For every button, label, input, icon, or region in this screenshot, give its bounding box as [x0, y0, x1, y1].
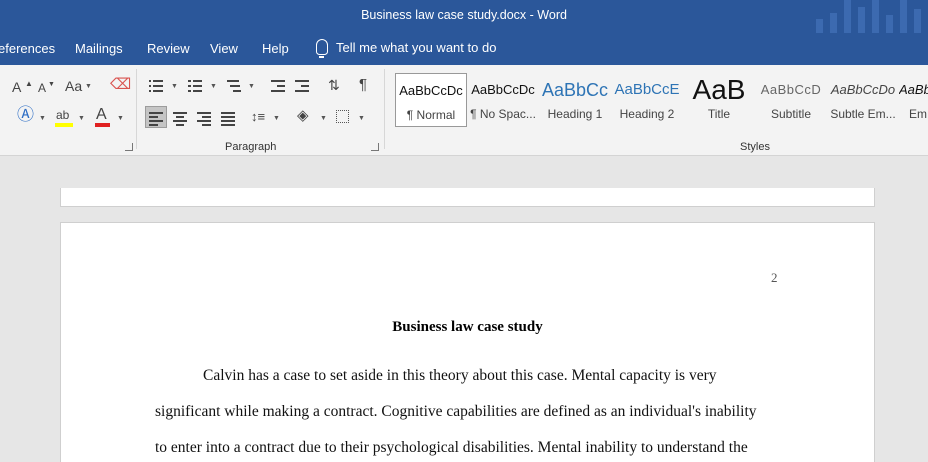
tab-help[interactable]: Help — [262, 41, 289, 56]
font-color-bar — [95, 123, 110, 127]
show-formatting-icon[interactable]: ¶ — [359, 77, 367, 93]
grow-font-icon[interactable]: A — [12, 79, 21, 95]
title-bar: Business law case study.docx - Word — [0, 0, 928, 33]
style-heading-1[interactable]: AaBbCc Heading 1 — [539, 73, 611, 127]
chevron-down-icon: ▼ — [171, 83, 178, 90]
page-current[interactable] — [60, 222, 875, 462]
align-center-icon[interactable] — [173, 111, 187, 126]
highlight-color-bar — [55, 123, 73, 127]
style-preview: AaBbCcE — [614, 81, 680, 98]
justify-icon[interactable] — [221, 111, 235, 126]
group-separator — [384, 69, 385, 149]
style-preview: AaBbCc — [541, 80, 609, 100]
line-spacing-icon[interactable]: ↕≡ — [251, 109, 265, 125]
borders-icon[interactable] — [336, 110, 349, 123]
chevron-down-icon: ▼ — [210, 83, 217, 90]
style-name: Title — [707, 107, 731, 121]
paragraph-dialog-launcher[interactable] — [371, 143, 379, 151]
align-left-icon — [149, 111, 163, 126]
shading-icon[interactable]: ◈ — [297, 108, 309, 124]
style-normal[interactable]: AaBbCcDc ¶ Normal — [395, 73, 467, 127]
grow-font-caret: ▲ — [25, 79, 33, 88]
style-name: ¶ No Spac... — [470, 107, 536, 121]
style-heading-2[interactable]: AaBbCcE Heading 2 — [611, 73, 683, 127]
increase-indent-icon[interactable] — [295, 79, 309, 92]
document-title[interactable]: Business law case study — [60, 319, 875, 336]
decrease-indent-icon[interactable] — [271, 79, 285, 92]
shrink-font-icon[interactable]: A — [38, 80, 46, 96]
font-color-icon[interactable]: A — [96, 107, 107, 123]
tell-me-label: Tell me what you want to do — [336, 39, 497, 55]
style-name: Em — [909, 107, 927, 121]
style-emphasis[interactable]: AaBb Em — [899, 73, 928, 127]
style-preview: AaBbCcDc — [471, 82, 535, 97]
style-preview: AaBbCcD — [760, 82, 822, 97]
style-name: Subtitle — [770, 107, 812, 121]
style-preview: AaB — [692, 74, 746, 105]
tab-mailings[interactable]: Mailings — [75, 41, 123, 56]
style-subtle-emphasis[interactable]: AaBbCcDo Subtle Em... — [827, 73, 899, 127]
page-number: 2 — [771, 270, 778, 285]
clear-formatting-icon[interactable]: ⌫ — [110, 77, 131, 93]
styles-group-label: Styles — [740, 141, 770, 153]
ribbon-tabs: eferences Mailings Review View Help Tell… — [0, 33, 928, 65]
chevron-down-icon: ▼ — [358, 115, 365, 122]
shrink-font-caret: ▼ — [48, 81, 55, 88]
chevron-down-icon: ▼ — [117, 115, 124, 122]
multilevel-list-icon[interactable] — [227, 79, 241, 92]
paragraph-line[interactable]: to enter into a contract due to their ps… — [155, 439, 748, 457]
tell-me-search[interactable]: Tell me what you want to do — [316, 39, 497, 58]
highlight-icon[interactable]: ab — [56, 107, 69, 123]
chevron-down-icon: ▼ — [273, 115, 280, 122]
numbering-icon[interactable] — [188, 79, 202, 92]
chevron-down-icon: ▼ — [320, 115, 327, 122]
window-title: Business law case study.docx - Word — [361, 8, 567, 22]
title-bar-pattern — [816, 0, 928, 33]
bullets-icon[interactable] — [149, 79, 163, 92]
font-dialog-launcher[interactable] — [125, 143, 133, 151]
tab-view[interactable]: View — [210, 41, 238, 56]
chevron-down-icon: ▼ — [85, 83, 92, 90]
style-name: Heading 1 — [547, 107, 603, 121]
group-separator — [136, 69, 137, 149]
paragraph-line[interactable]: Calvin has a case to set aside in this t… — [203, 367, 717, 385]
style-preview: AaBbCcDo — [830, 82, 896, 97]
lightbulb-icon — [316, 39, 328, 58]
chevron-down-icon: ▼ — [78, 115, 85, 122]
style-name: Heading 2 — [619, 107, 675, 121]
style-preview: AaBbCcDc — [399, 83, 463, 98]
style-no-spacing[interactable]: AaBbCcDc ¶ No Spac... — [467, 73, 539, 127]
tab-references[interactable]: eferences — [0, 41, 55, 56]
align-right-icon[interactable] — [197, 111, 211, 126]
paragraph-group-label: Paragraph — [225, 141, 277, 153]
chevron-down-icon: ▼ — [248, 83, 255, 90]
tab-review[interactable]: Review — [147, 41, 190, 56]
style-preview: AaBb — [899, 82, 928, 97]
text-effects-icon[interactable]: Ⓐ — [17, 106, 34, 123]
style-name: Subtle Em... — [830, 107, 896, 121]
sort-icon[interactable]: ⇅ — [328, 77, 340, 93]
change-case-button[interactable]: Aa — [65, 78, 82, 94]
style-title[interactable]: AaB Title — [683, 73, 755, 127]
paragraph-line[interactable]: significant while making a contract. Cog… — [155, 403, 757, 421]
style-name: ¶ Normal — [406, 108, 456, 122]
style-subtitle[interactable]: AaBbCcD Subtitle — [755, 73, 827, 127]
chevron-down-icon: ▼ — [39, 115, 46, 122]
page-previous[interactable] — [60, 188, 875, 207]
